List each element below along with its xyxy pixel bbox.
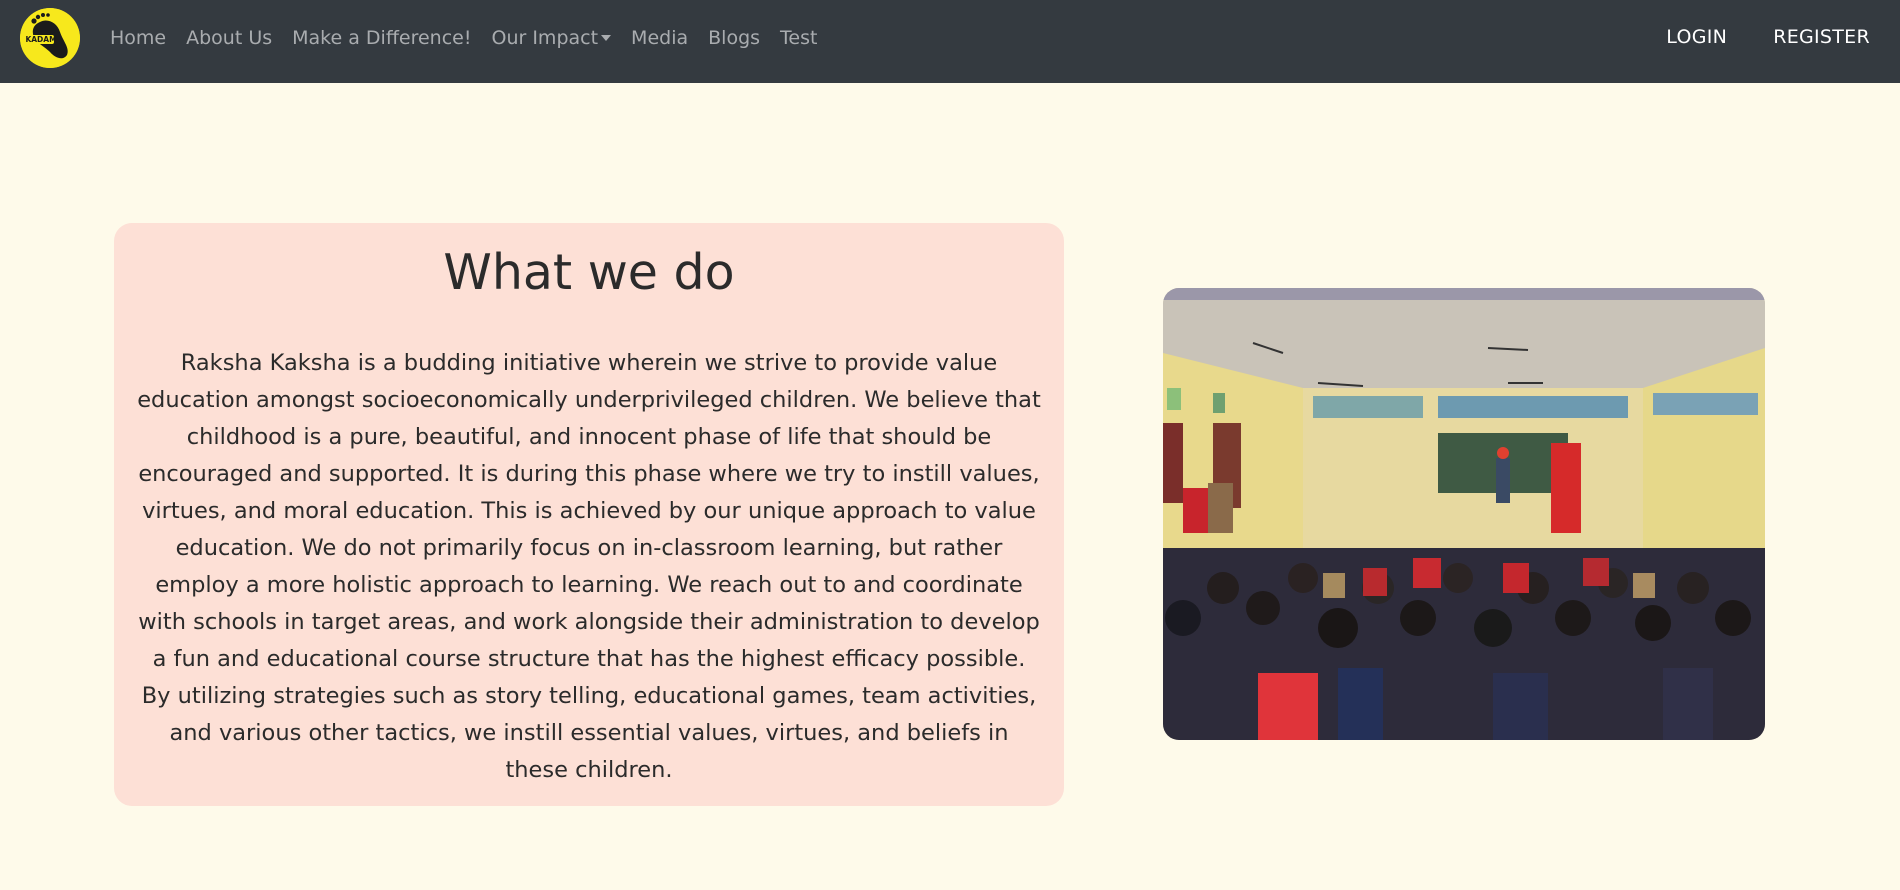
nav-make-a-difference[interactable]: Make a Difference! (282, 27, 481, 49)
section-title: What we do (443, 244, 735, 301)
nav-our-impact-label: Our Impact (491, 26, 599, 49)
auth-links: LOGIN REGISTER (1620, 0, 1870, 73)
what-we-do-card: What we do Raksha Kaksha is a budding in… (114, 223, 1064, 806)
login-link[interactable]: LOGIN (1666, 26, 1727, 48)
classroom-photo (1163, 288, 1765, 740)
caret-down-icon (601, 34, 612, 41)
classroom-photo-illustration (1163, 288, 1765, 740)
top-navbar: KADAM Home About Us Make a Difference! O… (0, 0, 1900, 83)
kadam-logo[interactable]: KADAM (20, 8, 80, 68)
section-body: Raksha Kaksha is a budding initiative wh… (137, 350, 1041, 783)
logo-text: KADAM (25, 35, 56, 44)
nav-about-us[interactable]: About Us (176, 27, 282, 49)
nav-test[interactable]: Test (770, 27, 827, 49)
nav-home[interactable]: Home (100, 27, 176, 49)
main-nav: Home About Us Make a Difference! Our Imp… (100, 0, 827, 75)
footprint-logo-icon: KADAM (20, 8, 80, 68)
nav-our-impact-dropdown[interactable]: Our Impact (481, 27, 621, 49)
register-link[interactable]: REGISTER (1773, 26, 1870, 48)
nav-media[interactable]: Media (621, 27, 698, 49)
nav-blogs[interactable]: Blogs (698, 27, 770, 49)
